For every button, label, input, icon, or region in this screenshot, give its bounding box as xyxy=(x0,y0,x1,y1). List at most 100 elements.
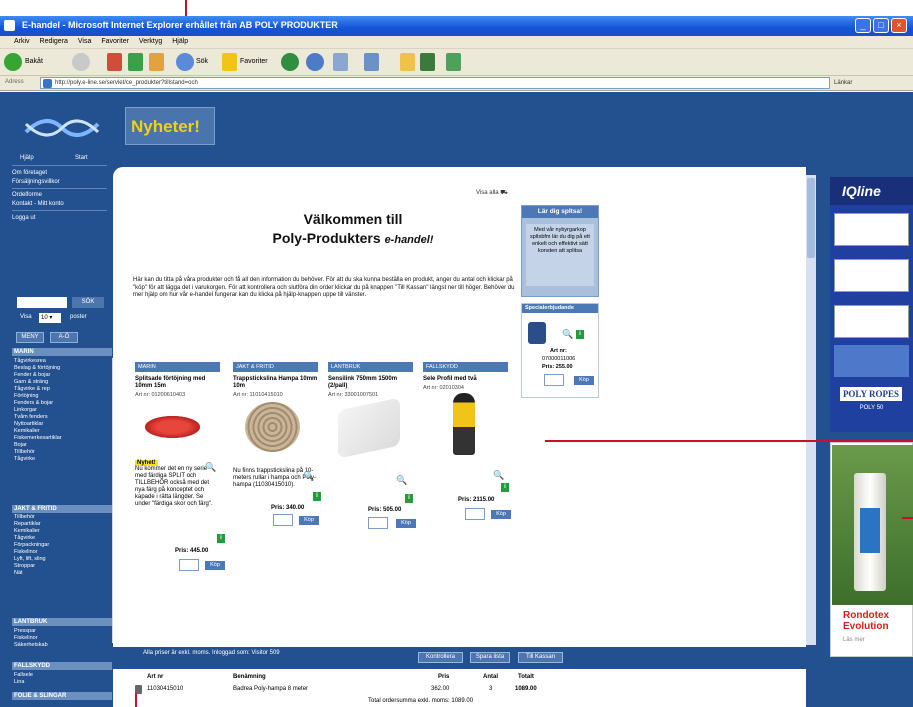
back-label[interactable]: Bakåt xyxy=(25,58,43,65)
zoom-icon[interactable]: 🔍 xyxy=(493,470,504,481)
research-icon[interactable] xyxy=(446,53,461,71)
nav-om-foretaget[interactable]: Om företaget xyxy=(12,170,47,176)
category-item[interactable]: Tillbehör xyxy=(14,449,35,455)
category-item[interactable]: Förpackningar xyxy=(14,542,49,548)
product-buy-button[interactable]: Köp xyxy=(299,516,319,525)
save-list-button[interactable]: Spara lista xyxy=(470,652,510,663)
category-item[interactable]: Presspar xyxy=(14,628,36,634)
product-image-film-roll[interactable] xyxy=(338,397,400,459)
product-image-rope-red[interactable] xyxy=(145,416,200,438)
menu-favoriter[interactable]: Favoriter xyxy=(101,38,129,45)
news-tab[interactable]: Nyheter! xyxy=(125,107,215,145)
main-scroll-thumb[interactable] xyxy=(807,178,815,258)
search-button[interactable]: SÖK xyxy=(72,297,104,308)
zoom-icon[interactable]: 🔍 xyxy=(205,462,216,473)
menu-verktyg[interactable]: Verktyg xyxy=(139,38,162,45)
category-item[interactable]: Beslag & förtöjning xyxy=(14,365,60,371)
splice-promo[interactable]: Lär dig spltsa! Med vår nybyrgarkop splt… xyxy=(521,205,599,297)
zoom-icon[interactable]: 🔍 xyxy=(303,471,314,482)
category-item[interactable]: Tillbehör xyxy=(14,514,35,520)
special-qty-input[interactable] xyxy=(544,374,564,386)
a-o-button[interactable]: A-Ö xyxy=(50,332,78,343)
category-item[interactable]: Tågvirkesrea xyxy=(14,358,46,364)
product-qty-input[interactable] xyxy=(179,559,199,571)
info-icon[interactable]: i xyxy=(501,483,509,492)
nav-start[interactable]: Start xyxy=(75,155,88,161)
category-item[interactable]: Förtöjning xyxy=(14,393,38,399)
messenger-icon[interactable] xyxy=(420,53,435,71)
product-qty-input[interactable] xyxy=(465,508,485,520)
menu-visa[interactable]: Visa xyxy=(78,38,92,45)
visa-select[interactable]: 10 ▾ xyxy=(39,313,61,323)
category-item[interactable]: Lyft, lift, sling xyxy=(14,556,46,562)
category-item[interactable]: Kemikalier xyxy=(14,528,40,534)
info-icon[interactable]: i xyxy=(217,534,225,543)
shop-link[interactable]: Visa alla ⛟ xyxy=(476,189,508,197)
category-header-lantbruk[interactable]: LANTBRUK xyxy=(12,618,112,626)
product-name[interactable]: Sensilink 750mm 1500m (2/pall) xyxy=(328,376,413,390)
favorites-label[interactable]: Favoriter xyxy=(240,58,268,65)
product-buy-button[interactable]: Köp xyxy=(491,510,511,519)
links-button[interactable]: Länkar xyxy=(834,77,894,89)
search-icon[interactable] xyxy=(176,53,194,71)
product-name[interactable]: Sele Profil med två xyxy=(423,376,508,383)
history-icon[interactable] xyxy=(281,53,299,71)
ad-read-more-link[interactable]: Läs mer xyxy=(843,637,865,643)
checkout-button[interactable]: Till Kassan xyxy=(518,652,563,663)
refresh-icon[interactable] xyxy=(128,53,143,71)
product-image-rope-hemp[interactable] xyxy=(245,402,300,452)
search-input[interactable] xyxy=(17,297,67,308)
product-name[interactable]: Splitsade förtöjning med 10mm 15m xyxy=(135,376,220,390)
maximize-button[interactable]: □ xyxy=(873,18,889,33)
close-button[interactable]: × xyxy=(891,18,907,33)
ad-iqline[interactable]: IQline POLY ROPES POLY 50 xyxy=(830,177,913,432)
product-qty-input[interactable] xyxy=(273,514,293,526)
ad-rondotex[interactable]: Rondotex Evolution Läs mer xyxy=(830,442,913,657)
category-header-jakt[interactable]: JAKT & FRITID xyxy=(12,505,112,513)
product-category[interactable]: LANTBRUK xyxy=(328,362,413,372)
category-item[interactable]: Tågvirke & rep xyxy=(14,386,50,392)
category-header-fallskydd[interactable]: FALLSKYDD xyxy=(12,662,112,670)
category-item[interactable]: Bojar xyxy=(14,442,27,448)
stop-icon[interactable] xyxy=(107,53,122,71)
category-header-marin[interactable]: MARIN xyxy=(12,348,112,356)
product-buy-button[interactable]: Köp xyxy=(396,519,416,528)
check-button[interactable]: Kontrollera xyxy=(418,652,463,663)
category-item[interactable]: Tågvirke xyxy=(14,535,35,541)
category-item[interactable]: Fiskelinor xyxy=(14,635,38,641)
product-name[interactable]: Trappstickslina Hampa 10mm 10m xyxy=(233,376,318,390)
category-item[interactable]: Stroppar xyxy=(14,563,35,569)
main-scrollbar[interactable] xyxy=(806,175,816,645)
meny-button[interactable]: MENY xyxy=(16,332,44,343)
minimize-button[interactable]: _ xyxy=(855,18,871,33)
category-item[interactable]: Garn & sträng xyxy=(14,379,48,385)
back-icon[interactable] xyxy=(4,53,22,71)
category-item[interactable]: Nyttoartiklar xyxy=(14,421,43,427)
nav-orderforme[interactable]: Ordelforme xyxy=(12,192,42,198)
category-item[interactable]: Fallsele xyxy=(14,672,33,678)
nav-help[interactable]: Hjälp xyxy=(20,155,34,161)
special-buy-button[interactable]: Köp xyxy=(574,376,594,385)
product-buy-button[interactable]: Köp xyxy=(205,561,225,570)
product-category[interactable]: MARIN xyxy=(135,362,220,372)
category-item[interactable]: Fiskemerkesartiklar xyxy=(14,435,62,441)
menu-hjalp[interactable]: Hjälp xyxy=(172,38,188,45)
folder-icon[interactable] xyxy=(400,53,415,71)
category-item[interactable]: Linkorgar xyxy=(14,407,37,413)
category-item[interactable]: Repartiklar xyxy=(14,521,41,527)
category-item[interactable]: Fenders & bojar xyxy=(14,400,53,406)
mail-icon[interactable] xyxy=(306,53,324,71)
product-qty-input[interactable] xyxy=(368,517,388,529)
address-input[interactable]: http://poly.e-line.se/servlet/ce_produkt… xyxy=(40,77,830,89)
menu-arkiv[interactable]: Arkiv xyxy=(14,38,30,45)
category-item[interactable]: Tvåm fenders xyxy=(14,414,48,420)
category-item[interactable]: Fender & bojar xyxy=(14,372,50,378)
info-icon[interactable]: i xyxy=(313,492,321,501)
print-icon[interactable] xyxy=(333,53,348,71)
edit-icon[interactable] xyxy=(364,53,379,71)
zoom-icon[interactable]: 🔍 xyxy=(396,475,407,486)
category-item[interactable]: Tågvirke xyxy=(14,456,35,462)
category-item[interactable]: Fiskelinor xyxy=(14,549,38,555)
category-item[interactable]: Säkerhetskab xyxy=(14,642,48,648)
info-icon[interactable]: i xyxy=(576,330,584,339)
